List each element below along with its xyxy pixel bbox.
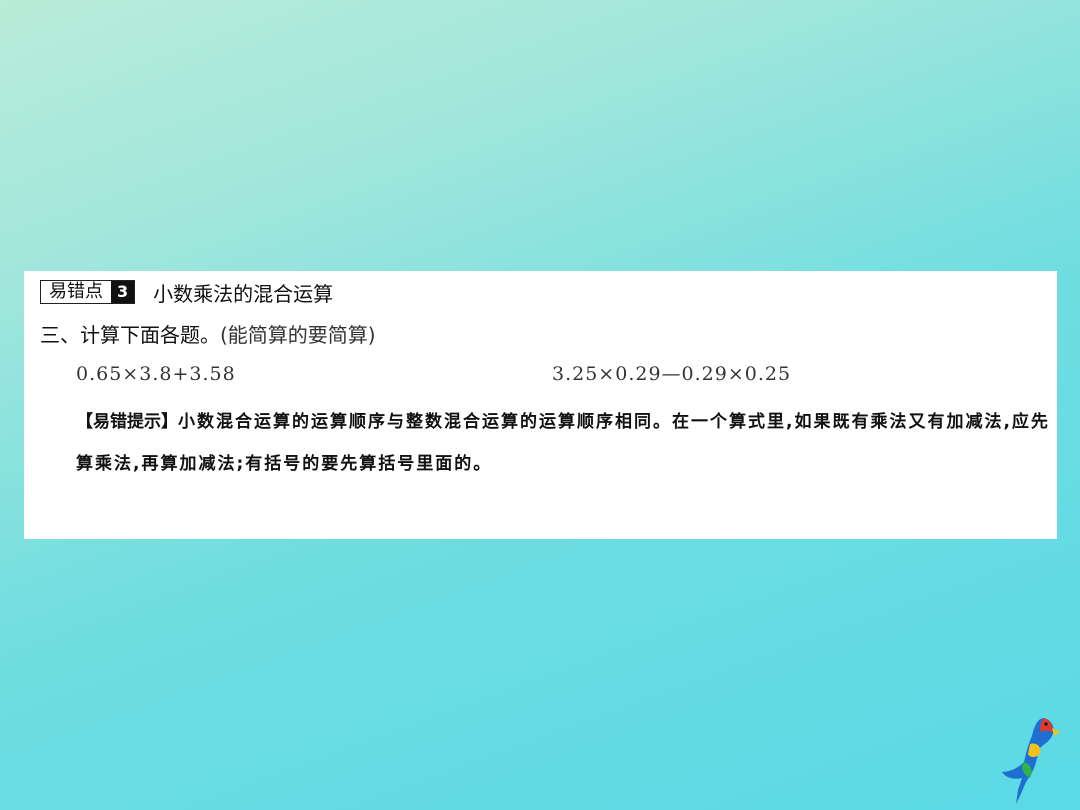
question-title: 三、计算下面各题。 xyxy=(40,323,220,347)
expression-1: 0.65×3.8+3.58 xyxy=(76,363,236,385)
section-header: 易错点 3 小数乘法的混合运算 xyxy=(40,279,334,306)
tag-label: 易错点 xyxy=(49,281,103,302)
content-card: 易错点 3 小数乘法的混合运算 三、计算下面各题。(能简算的要简算) 0.65×… xyxy=(24,271,1057,539)
tag-number: 3 xyxy=(111,281,135,303)
parrot-icon xyxy=(1002,718,1060,804)
error-hint: 【易错提示】小数混合运算的运算顺序与整数混合运算的运算顺序相同。在一个算式里,如… xyxy=(76,401,1054,485)
error-point-tag: 易错点 3 xyxy=(40,280,136,304)
hint-text: 小数混合运算的运算顺序与整数混合运算的运算顺序相同。在一个算式里,如果既有乘法又… xyxy=(76,412,1050,474)
hint-label: 【易错提示】 xyxy=(76,412,178,432)
expression-2: 3.25×0.29—0.29×0.25 xyxy=(552,363,792,385)
question-heading: 三、计算下面各题。(能简算的要简算) xyxy=(40,319,376,348)
section-title: 小数乘法的混合运算 xyxy=(153,281,334,306)
question-note: (能简算的要简算) xyxy=(220,323,376,347)
